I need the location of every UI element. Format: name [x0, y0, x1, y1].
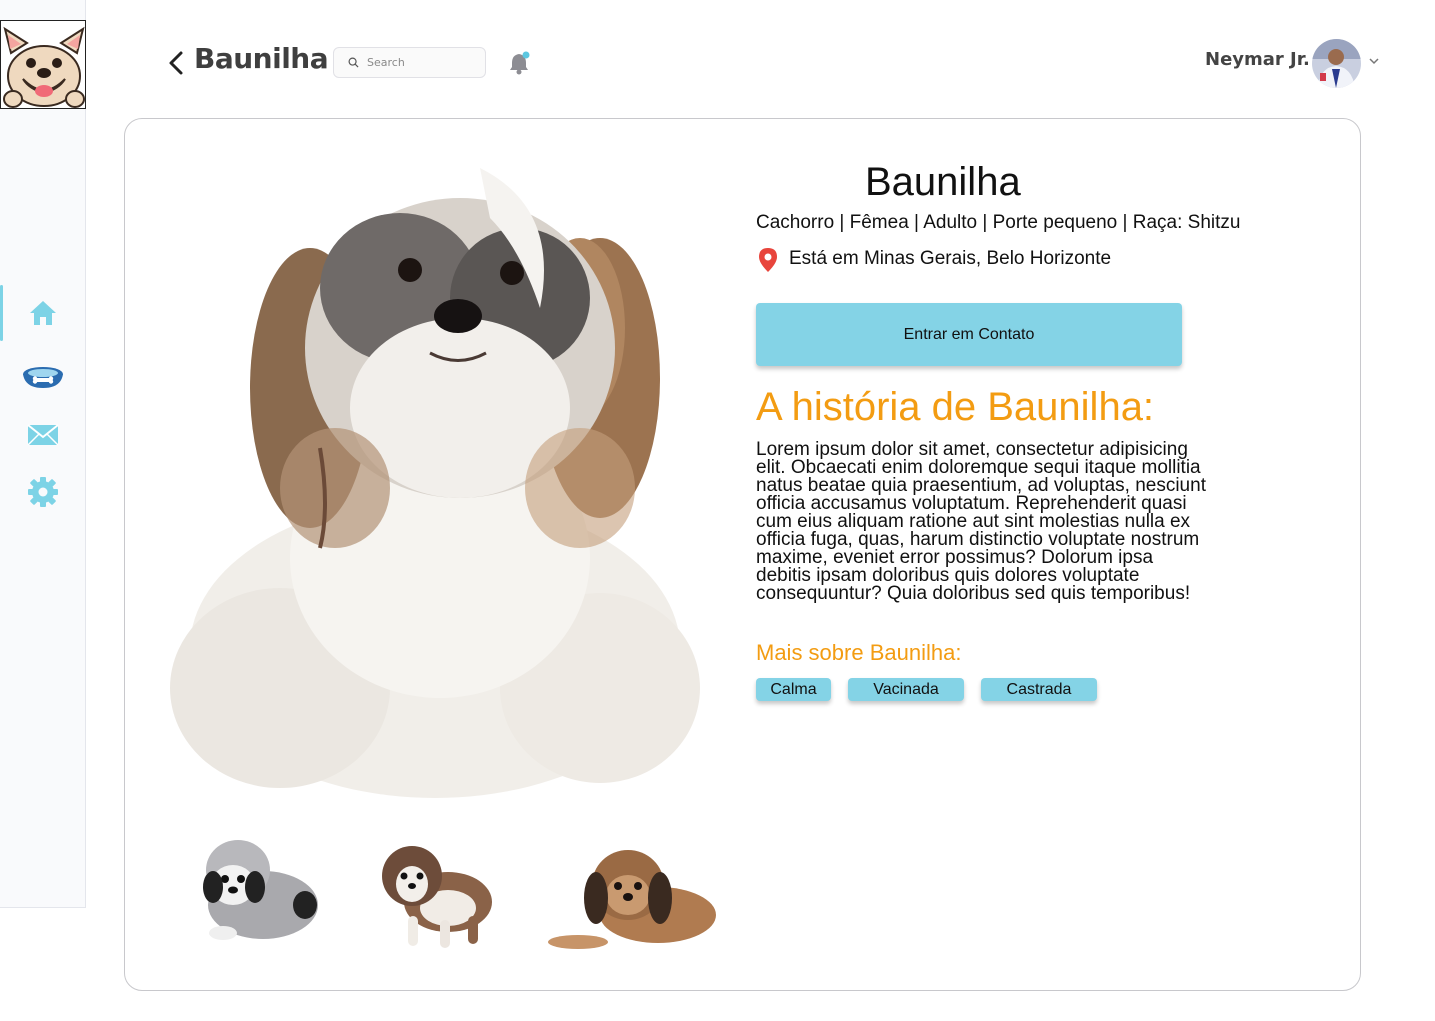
tag-calma: Calma [756, 678, 831, 701]
search-icon [348, 57, 359, 68]
sidebar-item-home[interactable] [0, 285, 86, 341]
story-text: Lorem ipsum dolor sit amet, consectetur … [756, 439, 1206, 604]
avatar[interactable] [1312, 39, 1361, 88]
pet-location: Está em Minas Gerais, Belo Horizonte [789, 248, 1112, 269]
puppy-standing-photo [370, 836, 500, 954]
home-icon [30, 301, 56, 325]
notifications-button[interactable] [508, 50, 532, 76]
bulldog-logo-icon [3, 26, 85, 108]
bell-icon [510, 51, 530, 75]
location-pin [758, 247, 778, 273]
user-menu-chevron[interactable] [1367, 54, 1381, 68]
pet-bowl-icon [23, 367, 63, 388]
app-logo[interactable] [0, 20, 86, 109]
pet-name: Baunilha [865, 160, 1021, 204]
chevron-left-icon [169, 51, 183, 75]
sidebar-item-pets[interactable] [0, 349, 86, 405]
tag-castrada: Castrada [981, 678, 1097, 701]
thumbnail-3[interactable] [548, 840, 718, 952]
search-input[interactable] [367, 56, 467, 69]
more-about-title: Mais sobre Baunilha: [756, 640, 962, 665]
shih-tzu-photo [160, 128, 706, 832]
gear-icon [28, 477, 58, 507]
puppy-hoodie-photo [193, 835, 321, 947]
chevron-down-icon [1369, 58, 1379, 65]
pet-info: Cachorro | Fêmea | Adulto | Porte pequen… [756, 212, 1241, 233]
thumbnail-1[interactable] [193, 835, 321, 947]
search-box[interactable] [333, 47, 486, 78]
location-pin-icon [759, 248, 777, 272]
page-title: Baunilha [194, 42, 329, 75]
sidebar-item-messages[interactable] [0, 407, 86, 463]
user-avatar-image [1312, 39, 1361, 88]
main-pet-photo [160, 128, 706, 832]
user-name: Neymar Jr. [1205, 49, 1310, 70]
tag-vacinada: Vacinada [848, 678, 964, 701]
story-title: A história de Baunilha: [756, 385, 1155, 429]
contact-button[interactable]: Entrar em Contato [756, 303, 1182, 366]
thumbnail-2[interactable] [370, 836, 500, 954]
back-button[interactable] [163, 48, 191, 78]
sidebar [0, 0, 86, 908]
sidebar-item-settings[interactable] [0, 464, 86, 520]
dog-lying-photo [548, 840, 718, 952]
mail-icon [27, 424, 59, 446]
